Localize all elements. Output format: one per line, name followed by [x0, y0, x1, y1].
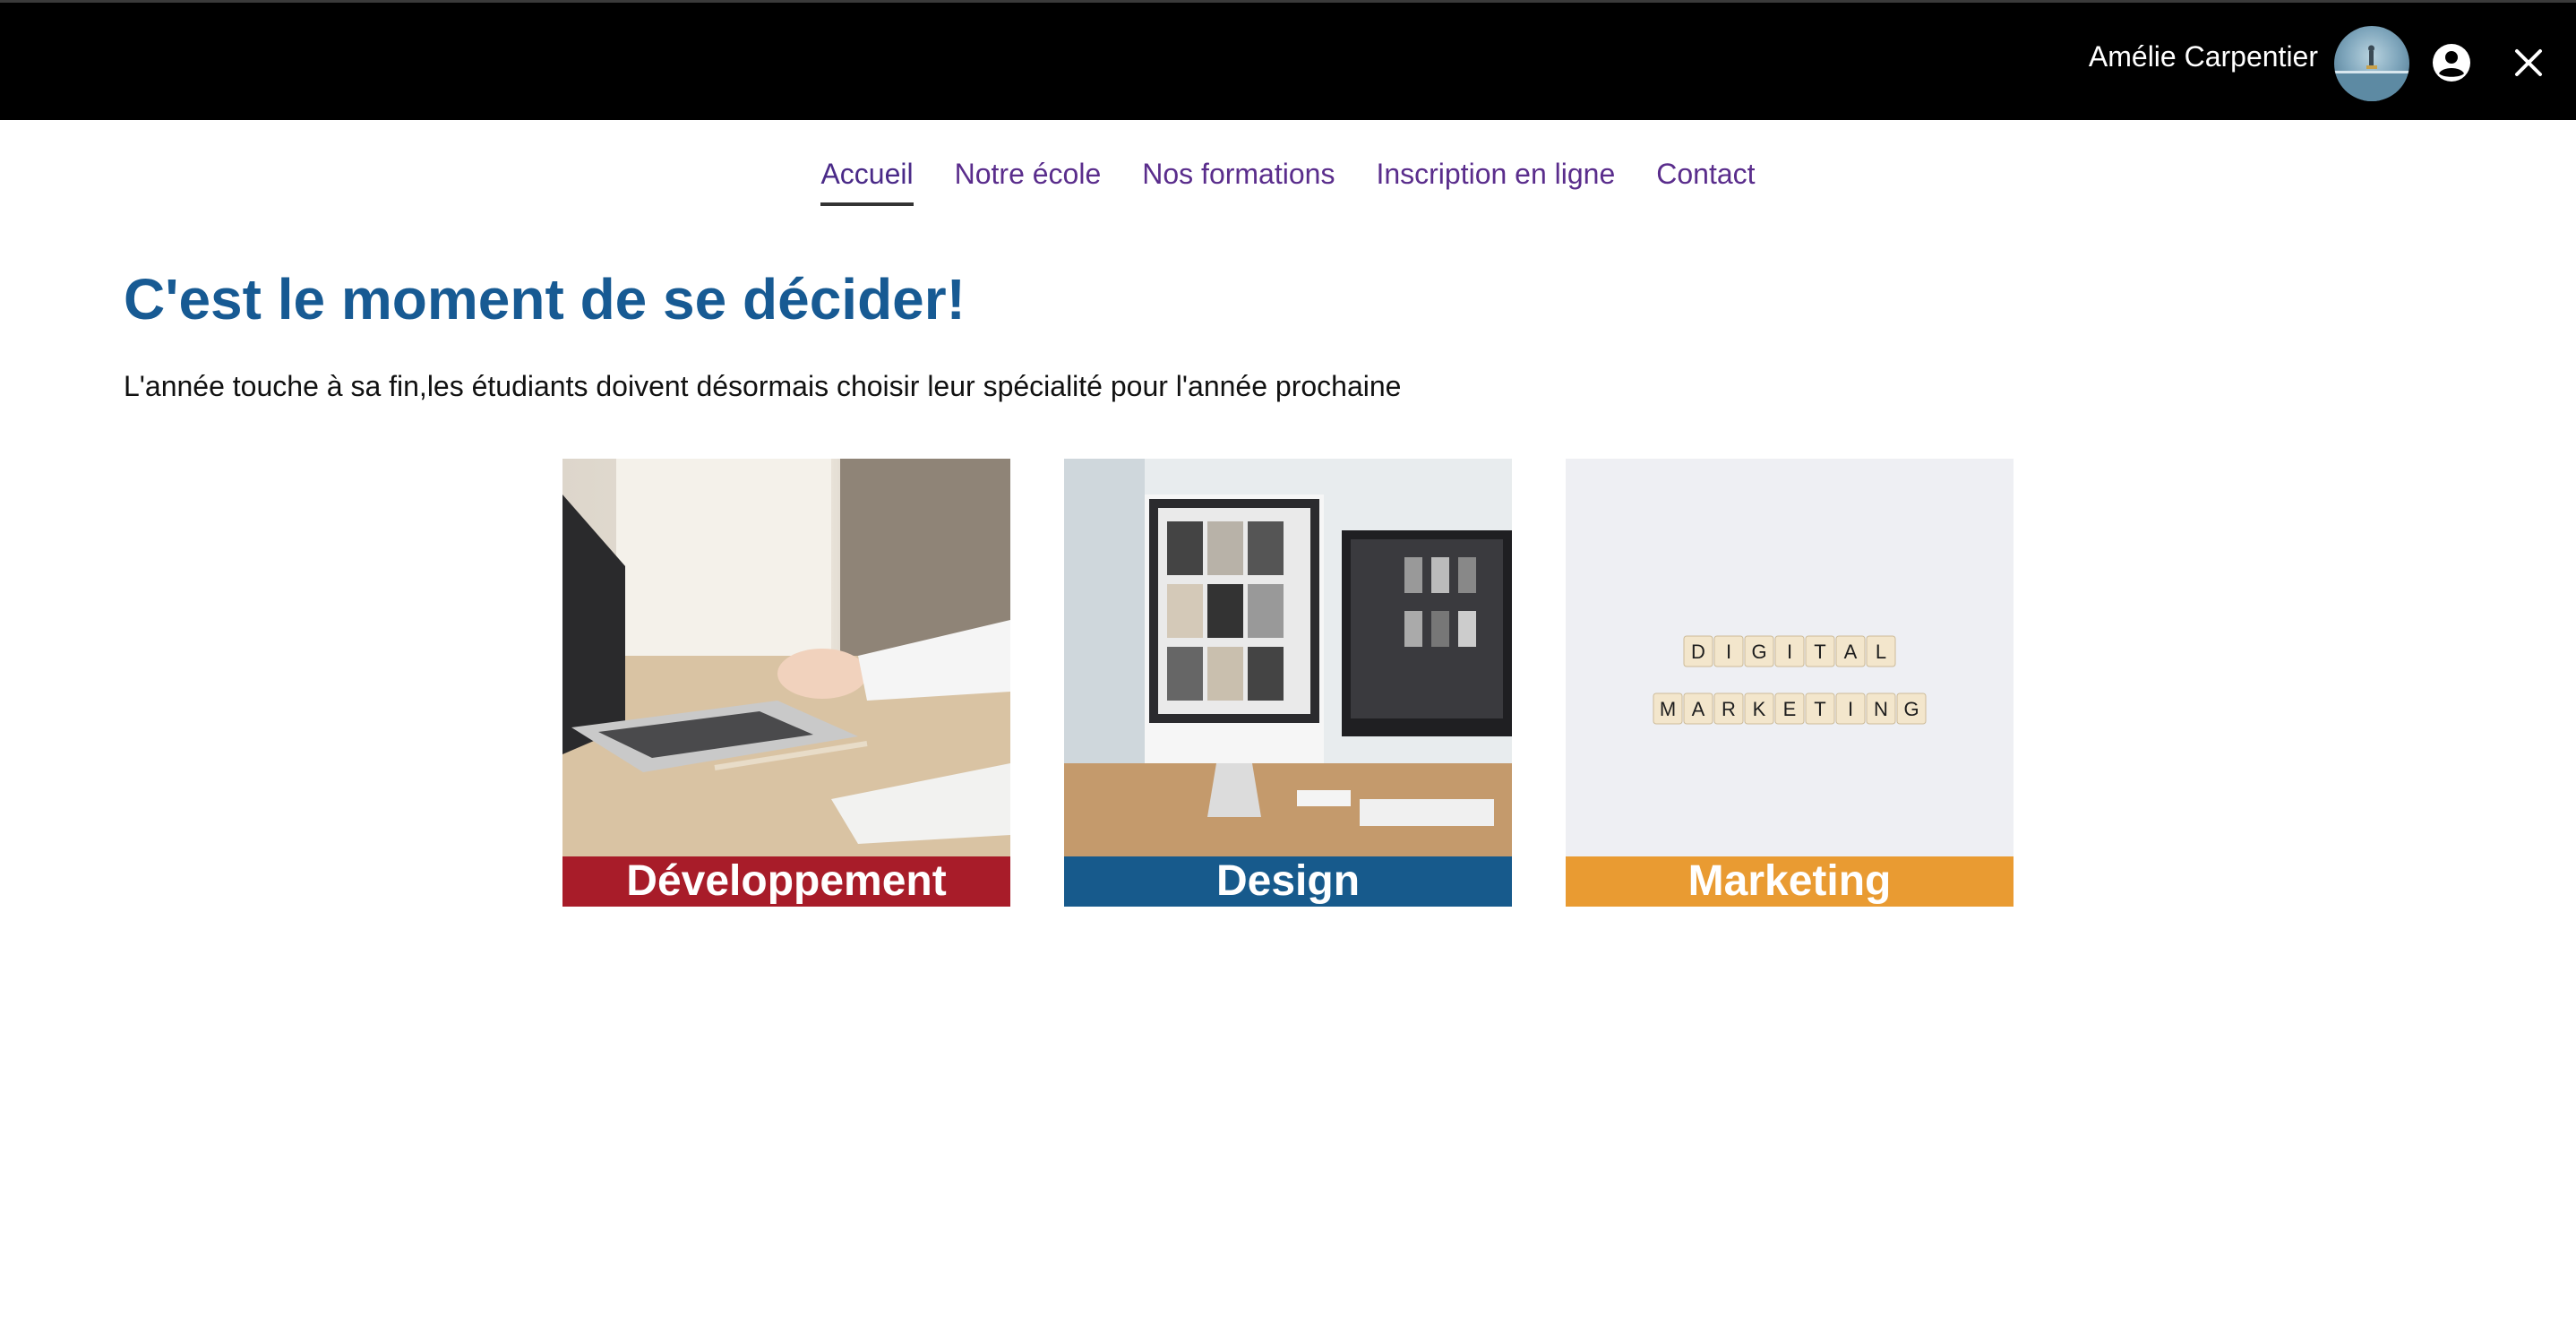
scrabble-photo: DIGITAL MARKETING: [1566, 459, 2014, 856]
nav-item-nos-formations[interactable]: Nos formations: [1142, 152, 1335, 206]
scrabble-tile: N: [1866, 693, 1896, 725]
svg-text:I: I: [1848, 698, 1853, 720]
user-name: Amélie Carpentier: [2088, 40, 2318, 73]
intro-text: L'année touche à sa fin,les étudiants do…: [124, 370, 1402, 402]
scrabble-row-marketing: MARKET ING: [1653, 693, 1927, 725]
svg-text:I: I: [1787, 641, 1792, 663]
scrabble-tile: A: [1835, 635, 1866, 667]
scrabble-tile: G: [1744, 635, 1774, 667]
card-design[interactable]: Design: [1064, 459, 1512, 907]
svg-text:M: M: [1660, 698, 1676, 720]
svg-text:K: K: [1753, 698, 1766, 720]
card-marketing[interactable]: DIGITAL MARKETING Marketing: [1566, 459, 2014, 907]
laptop-photo: [562, 459, 1010, 856]
svg-text:T: T: [1814, 641, 1825, 663]
close-icon[interactable]: [2510, 44, 2547, 82]
scrabble-tile: M: [1653, 693, 1683, 725]
imac-photo: [1064, 459, 1512, 856]
scrabble-tile: E: [1774, 693, 1805, 725]
scrabble-tile: K: [1744, 693, 1774, 725]
scrabble-tile: I: [1774, 635, 1805, 667]
svg-text:E: E: [1783, 698, 1797, 720]
svg-text:L: L: [1876, 641, 1886, 663]
avatar[interactable]: [2334, 26, 2409, 101]
svg-text:A: A: [1844, 641, 1858, 663]
main-nav: Accueil Notre école Nos formations Inscr…: [0, 152, 2576, 206]
svg-text:T: T: [1814, 698, 1825, 720]
nav-item-inscription[interactable]: Inscription en ligne: [1376, 152, 1615, 206]
top-bar: Amélie Carpentier: [0, 0, 2576, 120]
scrabble-tile: L: [1866, 635, 1896, 667]
scrabble-tile: G: [1896, 693, 1927, 725]
card-label-design: Design: [1064, 856, 1512, 907]
scrabble-tile: I: [1835, 693, 1866, 725]
nav-item-contact[interactable]: Contact: [1656, 152, 1755, 206]
svg-text:G: G: [1751, 641, 1766, 663]
scrabble-row-digital: DIGITAL: [1683, 635, 1896, 667]
svg-text:I: I: [1726, 641, 1731, 663]
page-title: C'est le moment de se décider!: [124, 267, 966, 331]
scrabble-tile: T: [1805, 693, 1835, 725]
svg-text:A: A: [1692, 698, 1705, 720]
card-label-marketing: Marketing: [1566, 856, 2014, 907]
card-label-developpement: Développement: [562, 856, 1010, 907]
card-developpement[interactable]: Développement: [562, 459, 1010, 907]
nav-item-notre-ecole[interactable]: Notre école: [955, 152, 1102, 206]
scrabble-tile: T: [1805, 635, 1835, 667]
svg-text:D: D: [1691, 641, 1705, 663]
svg-text:R: R: [1722, 698, 1736, 720]
svg-text:N: N: [1874, 698, 1888, 720]
account-icon[interactable]: [2431, 42, 2472, 83]
svg-text:G: G: [1903, 698, 1919, 720]
scrabble-tile: R: [1713, 693, 1744, 725]
nav-item-accueil[interactable]: Accueil: [820, 152, 914, 206]
scrabble-tile: I: [1713, 635, 1744, 667]
scrabble-tile: D: [1683, 635, 1713, 667]
scrabble-tile: A: [1683, 693, 1713, 725]
